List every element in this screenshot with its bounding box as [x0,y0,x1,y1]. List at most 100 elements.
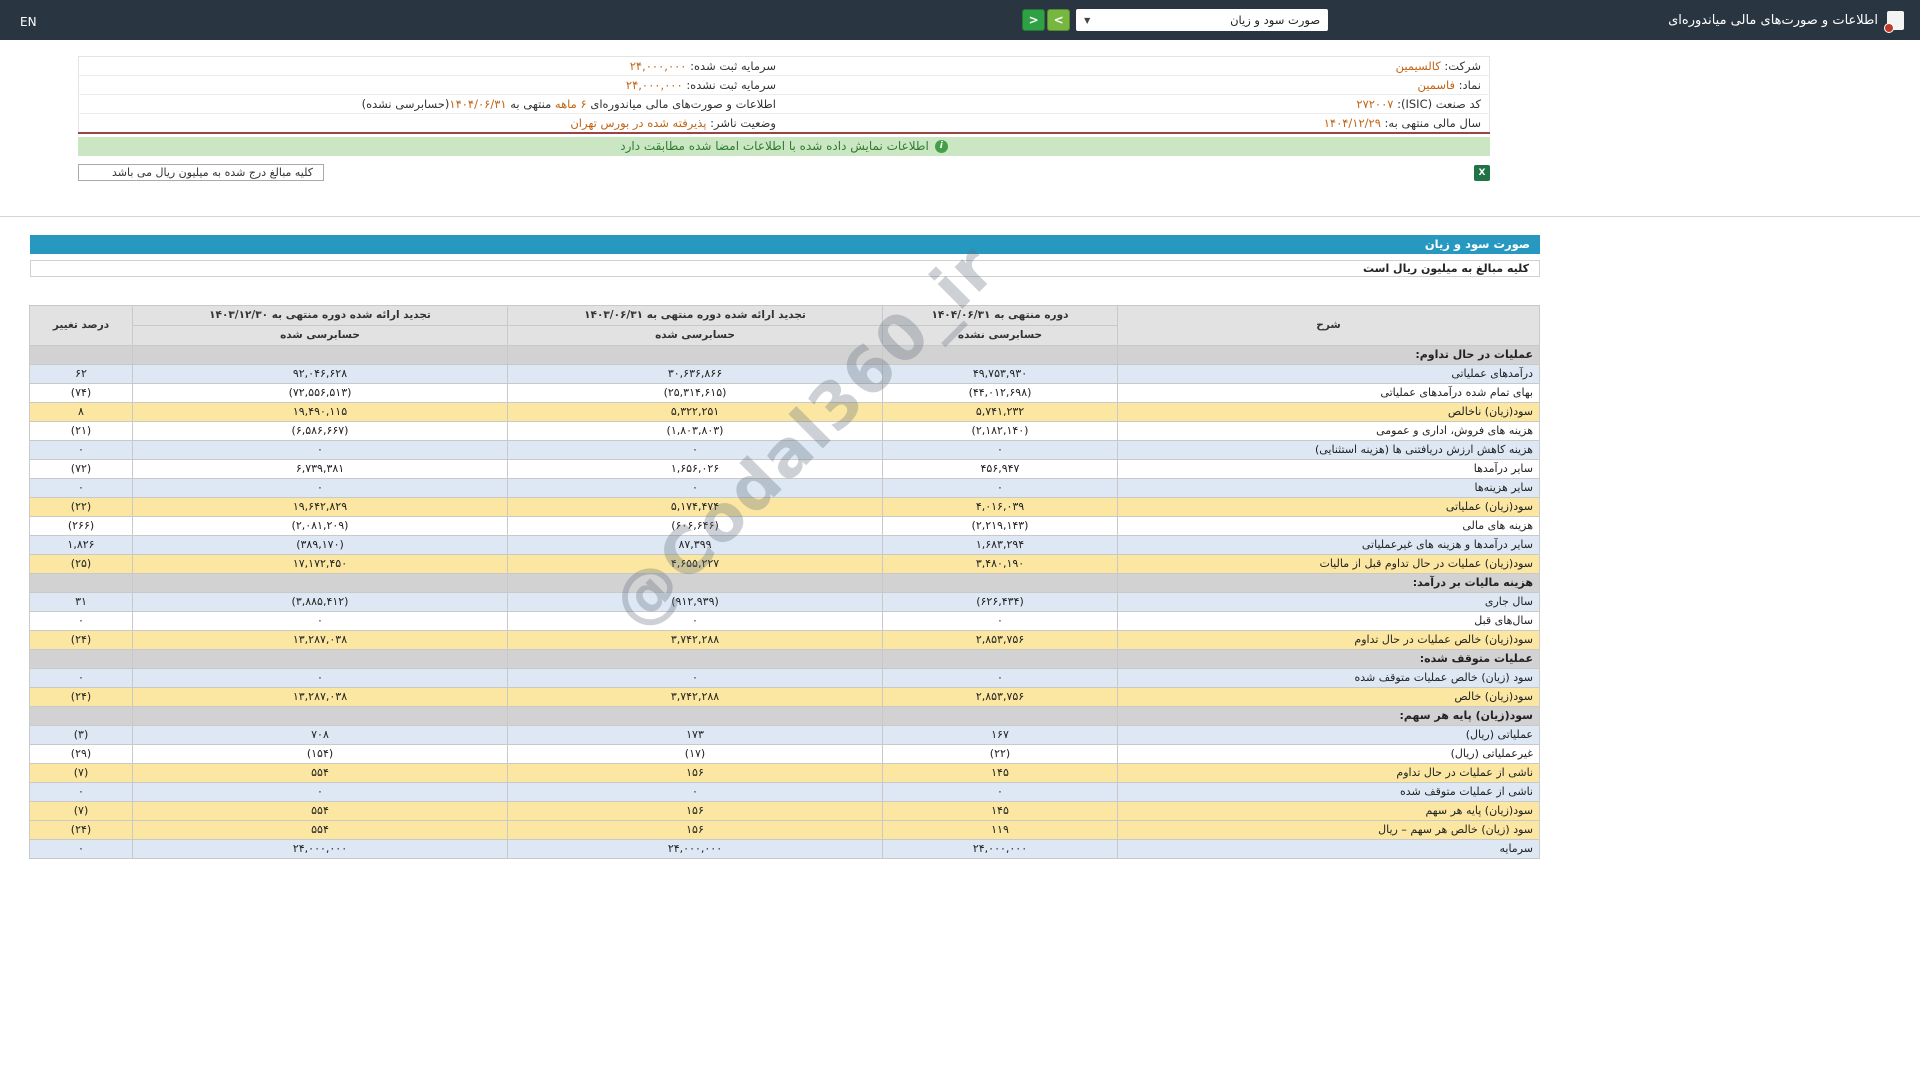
tools-row: X کلیه مبالغ درج شده به میلیون ریال می ب… [78,164,1490,182]
value-restated-fullyear: ۰ [132,667,508,688]
row-label: هزینه های فروش، اداری و عمومی [1117,420,1540,441]
income-statement-body: عملیات در حال تداوم: درآمدهای عملیاتی ۴۹,۷… [29,344,1540,859]
value-percent-change: ۶۲ [29,363,133,384]
value-restated-halfyear: (۲۵,۳۱۴,۶۱۵) [507,382,883,403]
value-restated-fullyear [132,572,508,593]
symbol-value: فاسمین [1417,78,1455,92]
value-percent-change: ۰ [29,610,133,631]
value-current-period: (۲۲) [882,743,1118,764]
value-percent-change: ۰ [29,439,133,460]
table-row: سایر درآمدها ۴۵۶,۹۴۷ ۱,۶۵۶,۰۲۶ ۶,۷۳۹,۳۸۱ (۷۲… [29,458,1540,479]
info-row: نماد: فاسمین سرمایه ثبت نشده: ۲۴,۰۰۰,۰۰۰ [78,75,1490,95]
isic-cell: کد صنعت (ISIC): ۲۷۲۰۰۷ [784,94,1490,114]
table-row: سایر درآمدها و هزینه های غیرعملیاتی ۱,۶۸۳… [29,534,1540,555]
statement-title-bar: صورت سود و زیان [30,234,1540,254]
company-info-section: شرکت: کالسیمین سرمایه ثبت شده: ۲۴,۰۰۰,۰۰… [30,56,1540,182]
registered-capital-cell: سرمایه ثبت شده: ۲۴,۰۰۰,۰۰۰ [78,56,784,76]
info-row: کد صنعت (ISIC): ۲۷۲۰۰۷ اطلاعات و صورت‌ها… [78,94,1490,114]
row-label: سال‌های قبل [1117,610,1540,631]
row-label: سرمایه [1117,838,1540,859]
value-percent-change: (۲۶۶) [29,515,133,536]
column-header-description: شرح [1117,304,1540,346]
value-restated-fullyear: ۰ [132,477,508,498]
row-label: سود(زیان) خالص عملیات در حال تداوم [1117,629,1540,650]
amounts-unit-note: کلیه مبالغ درج شده به میلیون ریال می باش… [78,164,324,181]
symbol-label: نماد: [1458,78,1481,92]
table-row: سود(زیان) پایه هر سهم ۱۴۵ ۱۵۶ ۵۵۴ (۷) [29,800,1540,821]
report-line-date: ۱۴۰۴/۰۶/۳۱ [449,97,507,111]
value-current-period: ۴۹,۷۵۳,۹۳۰ [882,363,1118,384]
table-row: سود(زیان) ناخالص ۵,۷۴۱,۲۳۲ ۵,۳۲۲,۲۵۱ ۱۹,۴۹۰… [29,401,1540,422]
row-label: سود(زیان) عملیاتی [1117,496,1540,517]
table-row: سود(زیان) خالص ۲,۸۵۳,۷۵۶ ۳,۷۴۲,۲۸۸ ۱۳,۲۸۷,۰… [29,686,1540,707]
row-label: سال جاری [1117,591,1540,612]
value-restated-halfyear: ۰ [507,667,883,688]
table-row: درآمدهای عملیاتی ۴۹,۷۵۳,۹۳۰ ۳۰,۶۳۶,۸۶۶ ۹۲,۰… [29,363,1540,384]
value-percent-change: ۰ [29,781,133,802]
section-row: عملیات متوقف شده: [29,648,1540,669]
row-label: سود(زیان) عملیات در حال تداوم قبل از مال… [1117,553,1540,574]
previous-report-button[interactable]: < [1047,9,1071,31]
row-label: غیرعملیاتی (ریال) [1117,743,1540,764]
company-info-table: شرکت: کالسیمین سرمایه ثبت شده: ۲۴,۰۰۰,۰۰… [78,56,1490,134]
value-current-period: ۱۶۷ [882,724,1118,745]
row-label: عملیات متوقف شده: [1117,648,1540,669]
fiscal-year-label: سال مالی منتهی به: [1384,115,1481,130]
value-percent-change: (۲۴) [29,686,133,707]
info-row: سال مالی منتهی به: ۱۴۰۴/۱۲/۲۹ وضعیت ناشر… [79,114,1490,133]
value-restated-halfyear: ۳,۷۴۲,۲۸۸ [507,686,883,707]
isic-value: ۲۷۲۰۰۷ [1356,97,1394,111]
value-restated-halfyear: (۹۱۲,۹۳۹) [507,591,883,612]
value-restated-halfyear [507,572,883,593]
value-restated-fullyear: (۷۲,۵۵۶,۵۱۳) [132,382,508,403]
value-restated-halfyear: ۳,۷۴۲,۲۸۸ [507,629,883,650]
audit-header-audited: حسابرسی شده [507,324,883,346]
registered-capital-label: سرمایه ثبت شده: [690,59,776,73]
value-restated-halfyear: ۰ [507,439,883,460]
table-row: ناشی از عملیات متوقف شده ۰ ۰ ۰ ۰ [29,781,1540,802]
info-row: شرکت: کالسیمین سرمایه ثبت شده: ۲۴,۰۰۰,۰۰… [78,56,1490,76]
fiscal-year-value: ۱۴۰۴/۱۲/۲۹ [1323,115,1381,130]
value-restated-fullyear: ۶,۷۳۹,۳۸۱ [132,458,508,479]
publisher-status-value: پذیرفته شده در بورس تهران [570,115,707,130]
value-current-period: ۰ [882,667,1118,688]
table-row: هزینه های مالی (۲,۲۱۹,۱۴۳) (۶۰۶,۶۴۶) (۲,۰۸۱… [29,515,1540,536]
value-restated-fullyear: ۲۴,۰۰۰,۰۰۰ [132,838,508,859]
row-label: سود (زیان) خالص عملیات متوقف شده [1117,667,1540,688]
income-statement-table: شرح دوره منتهی به ۱۴۰۴/۰۶/۳۱ تجدید ارائه… [29,304,1540,859]
value-restated-fullyear: (۳,۸۸۵,۴۱۲) [132,591,508,612]
value-restated-fullyear: ۵۵۴ [132,762,508,783]
language-toggle[interactable]: EN [20,15,37,29]
report-line-middle: منتهی به [510,97,552,111]
column-header-restated-halfyear: تجدید ارائه شده دوره منتهی به ۱۴۰۳/۰۶/۳۱ [507,304,883,326]
report-type-dropdown[interactable]: صورت سود و زیان ▼ [1076,9,1329,31]
value-current-period: ۰ [882,439,1118,460]
info-icon: i [934,139,948,153]
value-restated-halfyear: ۱۷۳ [507,724,883,745]
value-current-period: ۴,۰۱۶,۰۳۹ [882,496,1118,517]
value-restated-fullyear: ۰ [132,439,508,460]
next-report-button[interactable]: > [1022,9,1046,31]
value-current-period: ۰ [882,781,1118,802]
value-restated-halfyear: ۱۵۶ [507,800,883,821]
value-restated-halfyear: ۴,۶۵۵,۲۲۷ [507,553,883,574]
fiscal-year-cell: سال مالی منتهی به: ۱۴۰۴/۱۲/۲۹ [784,114,1490,133]
value-restated-fullyear: ۱۹,۴۹۰,۱۱۵ [132,401,508,422]
report-line-period: ۶ ماهه [554,97,587,111]
symbol-cell: نماد: فاسمین [784,75,1490,95]
report-document-icon[interactable] [1884,10,1904,33]
value-current-period: ۳,۴۸۰,۱۹۰ [882,553,1118,574]
section-row: عملیات در حال تداوم: [29,344,1540,365]
excel-export-icon[interactable]: X [1474,164,1490,181]
isic-label: کد صنعت (ISIC): [1397,97,1481,111]
value-percent-change: (۲۹) [29,743,133,764]
top-navigation-bar: اطلاعات و صورت‌های مالی میاندوره‌ای صورت… [0,0,1920,40]
value-percent-change: (۲۱) [29,420,133,441]
row-label: سود(زیان) پایه هر سهم [1117,800,1540,821]
value-restated-fullyear: ۱۹,۶۴۲,۸۲۹ [132,496,508,517]
value-percent-change: (۷۲) [29,458,133,479]
value-current-period: (۲,۱۸۲,۱۴۰) [882,420,1118,441]
value-restated-fullyear: ۱۳,۲۸۷,۰۳۸ [132,629,508,650]
topbar-right-group: اطلاعات و صورت‌های مالی میاندوره‌ای صورت… [1022,9,1904,33]
page-title: اطلاعات و صورت‌های مالی میاندوره‌ای [1668,12,1878,28]
